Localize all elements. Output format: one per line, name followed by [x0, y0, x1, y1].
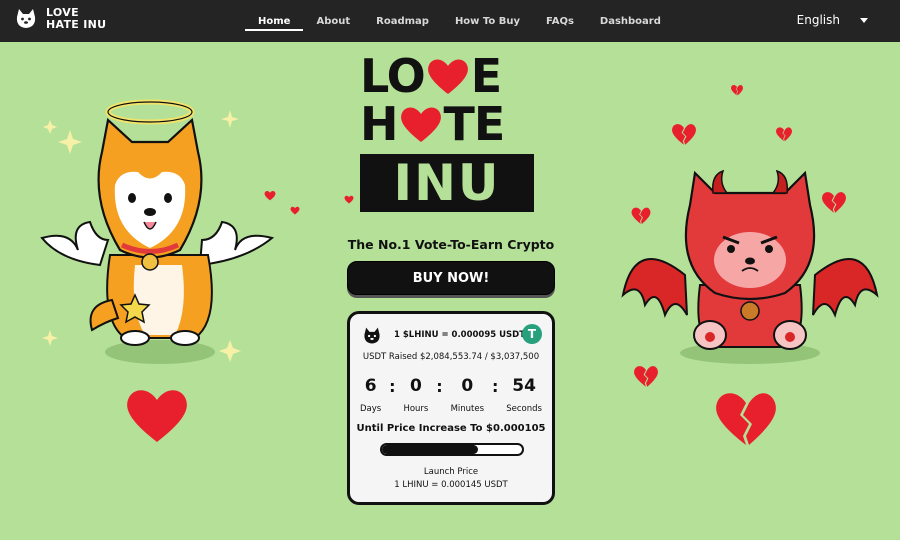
- caret-down-icon: [860, 17, 868, 23]
- days-label: Days: [360, 404, 382, 414]
- nav-dashboard[interactable]: Dashboard: [587, 0, 674, 42]
- seconds-value: 54: [512, 376, 536, 396]
- countdown-seconds: 54 Seconds: [506, 376, 542, 414]
- broken-heart-icon: [716, 393, 776, 445]
- nav-links: Home About Roadmap How To Buy FAQs Dashb…: [245, 0, 674, 42]
- heart-icon: [427, 59, 468, 94]
- presale-progress-bar: [380, 443, 524, 456]
- separator: :: [436, 377, 443, 396]
- usdt-raised: USDT Raised $2,084,553.74 / $3,037,500: [362, 352, 540, 362]
- broken-heart-icon: [631, 207, 651, 225]
- nav-roadmap[interactable]: Roadmap: [363, 0, 442, 42]
- minutes-label: Minutes: [450, 404, 485, 414]
- language-selector[interactable]: English: [797, 13, 868, 27]
- nav-how-to-buy[interactable]: How To Buy: [442, 0, 533, 42]
- countdown-timer: 6 Days : 0 Hours : 0 Minutes : 54 Second…: [360, 376, 542, 414]
- hero-tagline: The No.1 Vote-To-Earn Crypto: [347, 237, 555, 252]
- launch-price-label: Launch Price: [423, 467, 479, 477]
- presale-card: 1 $LHINU = 0.000095 USDT T USDT Raised $…: [347, 311, 555, 505]
- dog-logo-icon: [16, 9, 36, 28]
- minutes-value: 0: [461, 376, 474, 396]
- hours-value: 0: [409, 376, 422, 396]
- heart-icon: [400, 107, 441, 142]
- hours-label: Hours: [403, 404, 429, 414]
- separator: :: [491, 377, 499, 396]
- broken-heart-icon: [822, 192, 846, 213]
- brand-logo[interactable]: LOVE HATE INU: [14, 7, 116, 31]
- progress-fill: [382, 445, 479, 454]
- logo-text-lo: LO: [360, 49, 426, 103]
- heart-icon: [264, 191, 276, 201]
- broken-heart-icon: [672, 124, 696, 145]
- seconds-label: Seconds: [506, 404, 542, 414]
- tether-icon: T: [522, 324, 542, 344]
- top-nav: LOVE HATE INU Home About Roadmap How To …: [0, 0, 900, 42]
- heart-icon: [290, 206, 300, 215]
- token-price: 1 $LHINU = 0.000095 USDT: [394, 330, 526, 340]
- logo-inu-box: INU: [360, 154, 534, 212]
- love-hate-inu-logo: LO E H TE INU: [360, 52, 542, 212]
- logo-line-hate: H TE: [360, 100, 542, 148]
- language-label: English: [796, 13, 840, 27]
- logo-text-e: E: [470, 49, 502, 103]
- price-row: 1 $LHINU = 0.000095 USDT T: [350, 324, 552, 346]
- buy-now-button[interactable]: BUY NOW!: [347, 261, 555, 295]
- broken-heart-icon: [634, 366, 658, 387]
- nav-faqs[interactable]: FAQs: [533, 0, 587, 42]
- logo-text-te: TE: [443, 97, 506, 151]
- heart-icon: [344, 195, 354, 204]
- countdown-minutes: 0 Minutes: [451, 376, 484, 414]
- days-value: 6: [364, 376, 377, 396]
- nav-about[interactable]: About: [303, 0, 363, 42]
- launch-price-value: 1 LHINU = 0.000145 USDT: [394, 480, 508, 490]
- nav-home[interactable]: Home: [245, 0, 304, 42]
- brand-name: LOVE HATE INU: [46, 6, 107, 31]
- dog-logo-icon: [364, 327, 380, 344]
- countdown-days: 6 Days: [360, 376, 381, 414]
- separator: :: [389, 377, 396, 396]
- logo-line-love: LO E: [360, 52, 542, 100]
- logo-text-h: H: [360, 97, 398, 151]
- broken-heart-icon: [776, 127, 792, 142]
- angel-dog-illustration: [40, 99, 275, 364]
- countdown-hours: 0 Hours: [403, 376, 428, 414]
- price-increase-text: Until Price Increase To $0.000105: [356, 423, 546, 434]
- heart-icon: [127, 390, 187, 442]
- broken-heart-icon: [731, 85, 743, 96]
